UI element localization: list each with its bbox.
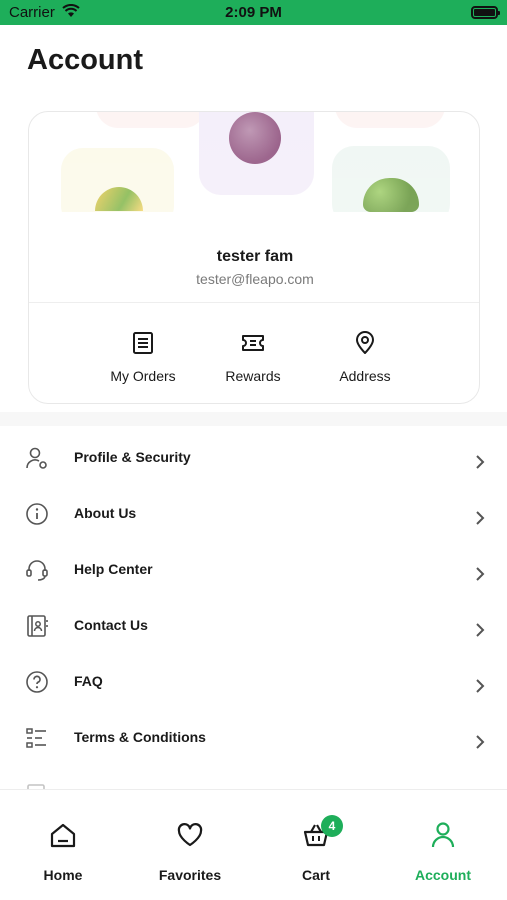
menu-item-terms-conditions[interactable]: Terms & Conditions <box>0 710 507 766</box>
menu-label: Profile & Security <box>74 449 191 465</box>
page-title: Account <box>27 44 143 76</box>
menu-label: Terms & Conditions <box>74 729 206 745</box>
chevron-right-icon <box>474 454 486 470</box>
battery-icon <box>471 6 500 19</box>
user-name: tester fam <box>216 248 294 265</box>
tab-favorites[interactable]: Favorites <box>140 820 240 883</box>
menu-label: Help Center <box>74 561 153 577</box>
tab-label: Home <box>43 867 83 883</box>
ticket-icon <box>240 330 266 356</box>
chevron-right-icon <box>474 734 486 750</box>
list-icon <box>25 726 49 750</box>
menu-item-profile-security[interactable]: Profile & Security <box>0 430 507 486</box>
orders-list-icon <box>130 330 156 356</box>
contact-book-icon <box>25 614 49 638</box>
tab-label: Favorites <box>158 867 222 883</box>
clock: 2:09 PM <box>225 4 282 21</box>
tab-account[interactable]: Account <box>393 820 493 883</box>
headset-icon <box>25 558 49 582</box>
menu-item-contact-us[interactable]: Contact Us <box>0 598 507 654</box>
menu-item-faq[interactable]: FAQ <box>0 654 507 710</box>
status-bar: Carrier 2:09 PM <box>0 0 507 25</box>
menu-item-about-us[interactable]: About Us <box>0 486 507 542</box>
user-email: tester@fleapo.com <box>196 271 314 287</box>
menu-label: Contact Us <box>74 617 148 633</box>
info-icon <box>25 502 49 526</box>
question-icon <box>25 670 49 694</box>
tab-label: Account <box>415 867 471 883</box>
my-orders-label: My Orders <box>110 368 176 384</box>
cart-count-badge: 4 <box>321 815 343 837</box>
my-orders-button[interactable]: My Orders <box>88 330 198 384</box>
tab-cart[interactable]: 4 Cart <box>266 815 366 883</box>
profile-banner <box>29 112 479 212</box>
divider <box>29 302 479 303</box>
profile-card: tester fam tester@fleapo.com My Orders R… <box>28 111 480 404</box>
home-icon <box>49 820 77 850</box>
chevron-right-icon <box>474 678 486 694</box>
heart-icon <box>176 820 204 850</box>
rewards-label: Rewards <box>225 368 281 384</box>
menu-label: About Us <box>74 505 137 521</box>
user-icon <box>429 820 457 850</box>
tab-label: Cart <box>301 867 330 883</box>
menu-item-help-center[interactable]: Help Center <box>0 542 507 598</box>
address-button[interactable]: Address <box>310 330 420 384</box>
rewards-button[interactable]: Rewards <box>198 330 308 384</box>
tab-home[interactable]: Home <box>13 820 113 883</box>
bottom-tab-bar: Home Favorites 4 Cart Account <box>0 789 507 900</box>
location-pin-icon <box>352 330 378 356</box>
chevron-right-icon <box>474 566 486 582</box>
menu-label: FAQ <box>74 673 103 689</box>
chevron-right-icon <box>474 510 486 526</box>
address-label: Address <box>339 368 391 384</box>
section-divider <box>0 412 507 426</box>
chevron-right-icon <box>474 622 486 638</box>
user-gear-icon <box>25 446 49 470</box>
